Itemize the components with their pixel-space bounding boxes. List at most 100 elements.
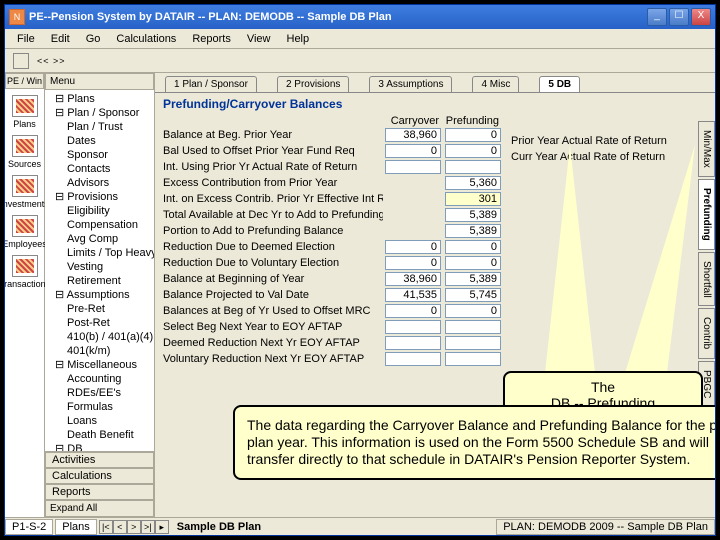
tab-activities[interactable]: Activities: [45, 452, 154, 468]
form-row: Deemed Reduction Next Yr EOY AFTAP: [163, 335, 707, 351]
tree-header: Menu: [45, 73, 154, 90]
tab-misc[interactable]: 4 Misc: [472, 76, 519, 92]
field-input[interactable]: 5,389: [445, 208, 501, 222]
nav-more[interactable]: ▸: [155, 520, 169, 534]
tree-item[interactable]: RDEs/EE's: [47, 386, 152, 400]
tree-item[interactable]: ⊟ Provisions: [47, 190, 152, 204]
field-input[interactable]: 0: [445, 240, 501, 254]
tree-item[interactable]: ⊟ Plans: [47, 92, 152, 106]
tree-item[interactable]: ⊟ Plan / Sponsor: [47, 106, 152, 120]
menu-reports[interactable]: Reports: [184, 31, 239, 47]
tree-item[interactable]: Formulas: [47, 400, 152, 414]
tree-item[interactable]: Advisors: [47, 176, 152, 190]
rtab-minmax[interactable]: Min/Max: [698, 121, 715, 177]
field-input[interactable]: [385, 160, 441, 174]
tree-item[interactable]: Dates: [47, 134, 152, 148]
rtab-prefunding[interactable]: Prefunding: [698, 179, 715, 250]
field-input[interactable]: [385, 336, 441, 350]
field-input[interactable]: 0: [445, 304, 501, 318]
tree-expand-all[interactable]: Expand All: [45, 500, 154, 517]
field-input[interactable]: 301: [445, 192, 501, 206]
top-tabs: 1 Plan / Sponsor 2 Provisions 3 Assumpti…: [155, 73, 715, 93]
tab-plan-sponsor[interactable]: 1 Plan / Sponsor: [165, 76, 257, 92]
field-input[interactable]: 5,389: [445, 272, 501, 286]
tree-item[interactable]: Pre-Ret: [47, 302, 152, 316]
field-input[interactable]: 0: [445, 128, 501, 142]
tab-calculations[interactable]: Calculations: [45, 468, 154, 484]
menu-go[interactable]: Go: [78, 31, 109, 47]
tree-item[interactable]: Limits / Top Heavy: [47, 246, 152, 260]
field-input[interactable]: [445, 160, 501, 174]
tree-item[interactable]: 410(b) / 401(a)(4): [47, 330, 152, 344]
tree-item[interactable]: Post-Ret: [47, 316, 152, 330]
form-row: Reduction Due to Voluntary Election00: [163, 255, 707, 271]
app-icon: N: [9, 9, 25, 25]
module-investments[interactable]: Investments: [5, 175, 49, 209]
field-input[interactable]: 0: [445, 256, 501, 270]
field-input[interactable]: [445, 320, 501, 334]
tree-item[interactable]: Eligibility: [47, 204, 152, 218]
tab-provisions[interactable]: 2 Provisions: [277, 76, 349, 92]
field-label: Balance at Beg. Prior Year: [163, 129, 383, 141]
field-input[interactable]: [385, 352, 441, 366]
rtab-shortfall[interactable]: Shortfall: [698, 252, 715, 307]
nav-next[interactable]: >: [127, 520, 141, 534]
tree-item[interactable]: ⊟ Miscellaneous: [47, 358, 152, 372]
module-transactions[interactable]: Transactions: [5, 255, 50, 289]
callout-box: The data regarding the Carryover Balance…: [233, 405, 715, 480]
field-input[interactable]: 0: [385, 240, 441, 254]
menu-file[interactable]: File: [9, 31, 43, 47]
field-input[interactable]: 5,360: [445, 176, 501, 190]
field-input[interactable]: 38,960: [385, 272, 441, 286]
menu-calculations[interactable]: Calculations: [108, 31, 184, 47]
nav-prev[interactable]: <: [113, 520, 127, 534]
minimize-button[interactable]: _: [647, 8, 667, 26]
close-button[interactable]: X: [691, 8, 711, 26]
tab-db[interactable]: 5 DB: [539, 76, 580, 92]
tree-item[interactable]: Avg Comp: [47, 232, 152, 246]
field-input[interactable]: [385, 320, 441, 334]
tree-item[interactable]: Plan / Trust: [47, 120, 152, 134]
field-input[interactable]: 0: [385, 256, 441, 270]
field-input[interactable]: 0: [385, 144, 441, 158]
toolbar-icon[interactable]: [13, 53, 29, 69]
tree-item[interactable]: 401(k/m): [47, 344, 152, 358]
tree-item[interactable]: ⊟ DB: [47, 442, 152, 451]
tab-reports[interactable]: Reports: [45, 484, 154, 500]
field-label: Reduction Due to Voluntary Election: [163, 257, 383, 269]
tree-item[interactable]: Retirement: [47, 274, 152, 288]
tree-item[interactable]: Contacts: [47, 162, 152, 176]
menu-edit[interactable]: Edit: [43, 31, 78, 47]
field-input[interactable]: 38,960: [385, 128, 441, 142]
field-input[interactable]: 5,745: [445, 288, 501, 302]
maximize-button[interactable]: ☐: [669, 8, 689, 26]
module-bar: PE / Win Plans Sources Investments Emplo…: [5, 73, 45, 517]
rtab-contrib[interactable]: Contrib: [698, 308, 715, 358]
tree-item[interactable]: Sponsor: [47, 148, 152, 162]
field-label: Voluntary Reduction Next Yr EOY AFTAP: [163, 353, 383, 365]
menu-view[interactable]: View: [239, 31, 279, 47]
app-window: N PE--Pension System by DATAIR -- PLAN: …: [4, 4, 716, 536]
tree-item[interactable]: Compensation: [47, 218, 152, 232]
nav-last[interactable]: >|: [141, 520, 155, 534]
tab-assumptions[interactable]: 3 Assumptions: [369, 76, 452, 92]
tree-item[interactable]: Death Benefit: [47, 428, 152, 442]
toolbar: << >>: [5, 49, 715, 73]
nav-first[interactable]: |<: [99, 520, 113, 534]
module-plans[interactable]: Plans: [12, 95, 38, 129]
tree-item[interactable]: Loans: [47, 414, 152, 428]
menu-help[interactable]: Help: [279, 31, 318, 47]
tree-item[interactable]: Vesting: [47, 260, 152, 274]
toolbar-nav[interactable]: << >>: [37, 56, 66, 66]
module-employees[interactable]: Employees: [5, 215, 47, 249]
field-input[interactable]: 5,389: [445, 224, 501, 238]
tree-item[interactable]: ⊟ Assumptions: [47, 288, 152, 302]
field-input[interactable]: 0: [385, 304, 441, 318]
field-input[interactable]: 41,535: [385, 288, 441, 302]
field-input[interactable]: [445, 352, 501, 366]
field-input[interactable]: 0: [445, 144, 501, 158]
field-label: Bal Used to Offset Prior Year Fund Req: [163, 145, 383, 157]
tree-item[interactable]: Accounting: [47, 372, 152, 386]
field-input[interactable]: [445, 336, 501, 350]
module-sources[interactable]: Sources: [8, 135, 41, 169]
